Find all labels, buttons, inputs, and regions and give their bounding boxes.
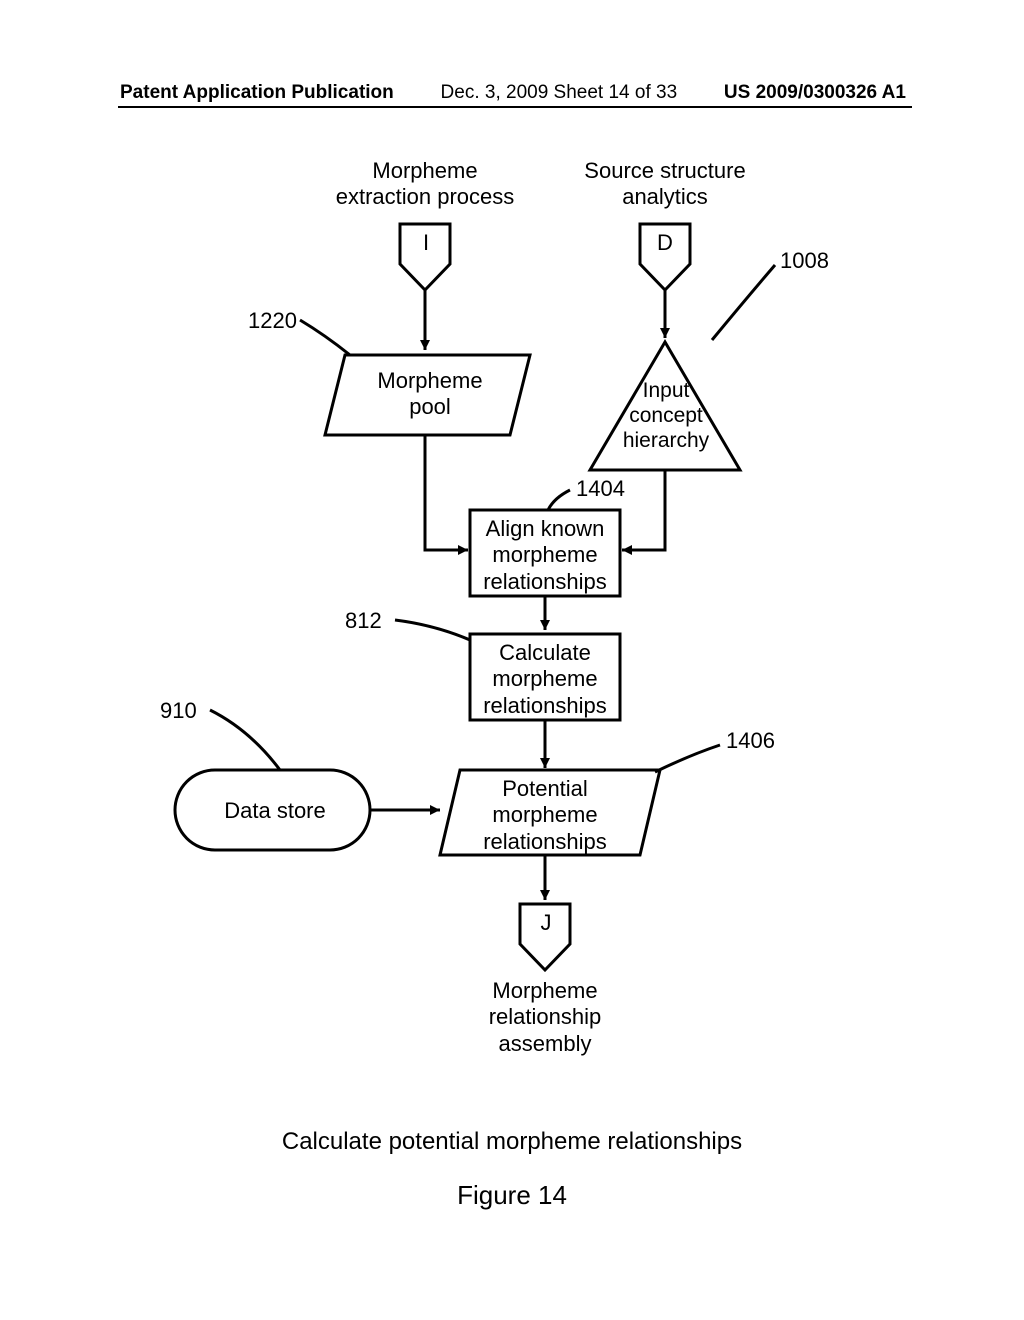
node-morpheme-pool: Morpheme pool	[355, 368, 505, 421]
node-input-concept-hierarchy: Input concept hierarchy	[612, 378, 720, 454]
node-data-store: Data store	[215, 798, 335, 824]
header-rule	[118, 106, 912, 108]
ref-812: 812	[345, 608, 382, 634]
ref-1008: 1008	[780, 248, 829, 274]
page-header: Patent Application Publication Dec. 3, 2…	[0, 82, 1024, 104]
label-source-structure-analytics: Source structure analytics	[575, 158, 755, 211]
header-center: Dec. 3, 2009 Sheet 14 of 33	[441, 82, 678, 104]
header-right: US 2009/0300326 A1	[724, 82, 906, 104]
ref-910: 910	[160, 698, 197, 724]
header-left: Patent Application Publication	[120, 82, 394, 104]
connector-d: D	[655, 230, 675, 256]
node-align-known: Align known morpheme relationships	[472, 516, 618, 595]
connector-i: I	[416, 230, 436, 256]
label-morpheme-extraction-process: Morpheme extraction process	[330, 158, 520, 211]
figure-number: Figure 14	[0, 1180, 1024, 1211]
ref-1220: 1220	[248, 308, 297, 334]
connector-j: J	[536, 910, 556, 936]
ref-1406: 1406	[726, 728, 775, 754]
node-calculate-morpheme: Calculate morpheme relationships	[472, 640, 618, 719]
flowchart-diagram: Morpheme extraction process Source struc…	[0, 150, 1024, 1320]
diagram-caption: Calculate potential morpheme relationshi…	[0, 1128, 1024, 1156]
ref-1404: 1404	[576, 476, 625, 502]
label-morpheme-relationship-assembly: Morpheme relationship assembly	[470, 978, 620, 1057]
node-potential-morpheme: Potential morpheme relationships	[465, 776, 625, 855]
